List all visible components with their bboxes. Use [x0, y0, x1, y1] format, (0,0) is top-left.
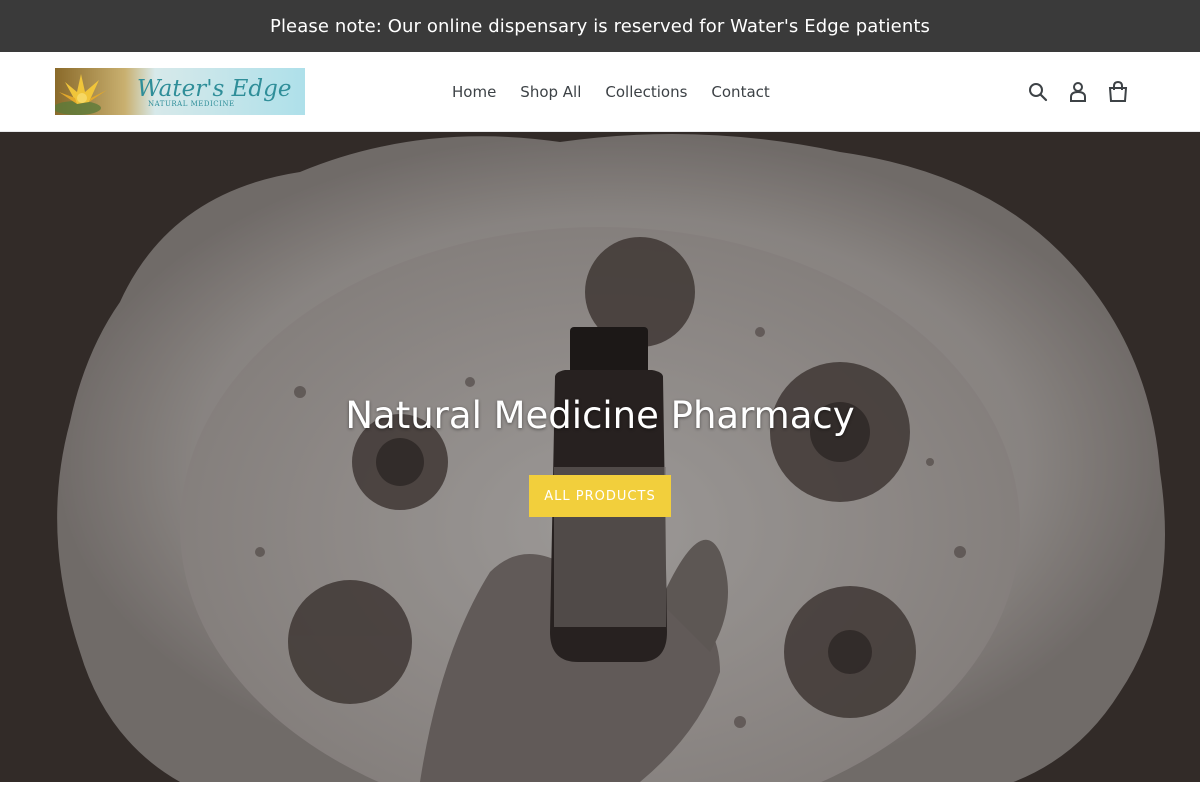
cart-icon[interactable]	[1098, 72, 1138, 112]
all-products-button[interactable]: ALL PRODUCTS	[529, 475, 671, 517]
site-logo[interactable]: Water's Edge NATURAL MEDICINE	[55, 68, 305, 115]
announcement-bar: Please note: Our online dispensary is re…	[0, 0, 1200, 52]
nav-home[interactable]: Home	[440, 83, 508, 101]
nav-collections[interactable]: Collections	[593, 83, 699, 101]
main-nav: Home Shop All Collections Contact	[440, 52, 782, 132]
site-header: Water's Edge NATURAL MEDICINE Home Shop …	[0, 52, 1200, 132]
logo-image: Water's Edge NATURAL MEDICINE	[55, 68, 305, 115]
announcement-text: Please note: Our online dispensary is re…	[270, 15, 930, 37]
nav-shop-all[interactable]: Shop All	[508, 83, 593, 101]
logo-wordmark: Water's Edge	[137, 76, 292, 102]
search-icon[interactable]	[1018, 72, 1058, 112]
logo-subtitle: NATURAL MEDICINE	[148, 100, 235, 108]
hero-overlay	[0, 132, 1200, 782]
nav-contact[interactable]: Contact	[699, 83, 781, 101]
header-icons	[1018, 52, 1138, 132]
hero-banner: Natural Medicine Pharmacy ALL PRODUCTS	[0, 132, 1200, 782]
hero-title: Natural Medicine Pharmacy	[345, 394, 855, 437]
account-icon[interactable]	[1058, 72, 1098, 112]
